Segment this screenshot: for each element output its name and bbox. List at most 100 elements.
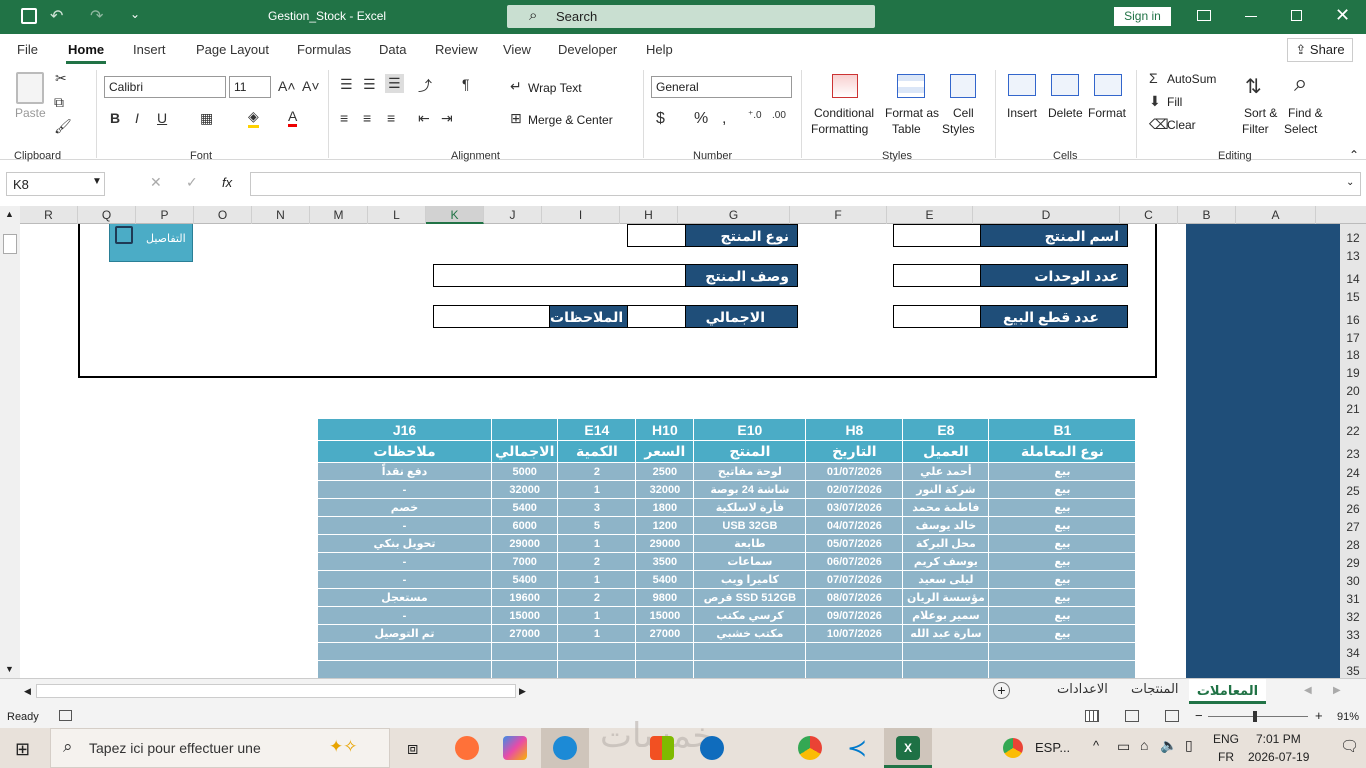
row-header-35[interactable]: 35 xyxy=(1340,664,1366,678)
table-cell[interactable]: 19600 xyxy=(490,588,559,607)
table-cell[interactable]: بيع xyxy=(988,516,1137,535)
page-break-icon[interactable] xyxy=(1165,710,1179,722)
table-cell[interactable]: بيع xyxy=(988,624,1137,643)
task-view-icon[interactable]: ⧈ xyxy=(407,738,418,759)
table-cell[interactable]: ملاحظات xyxy=(317,440,492,463)
column-header-I[interactable]: I xyxy=(542,206,620,224)
column-header-P[interactable]: P xyxy=(136,206,194,224)
table-cell[interactable]: 1 xyxy=(557,480,637,499)
table-cell[interactable]: العميل xyxy=(902,440,990,463)
row-header-34[interactable]: 34 xyxy=(1340,646,1366,660)
table-cell[interactable] xyxy=(693,642,807,661)
row-header-22[interactable]: 22 xyxy=(1340,424,1366,438)
table-cell[interactable]: 03/07/2026 xyxy=(805,498,904,517)
italic-icon[interactable]: I xyxy=(135,110,139,126)
language-eng[interactable]: ENG xyxy=(1213,732,1239,746)
table-cell[interactable] xyxy=(490,660,559,678)
menu-review[interactable]: Review xyxy=(435,42,478,57)
store-icon[interactable] xyxy=(650,736,674,760)
redo-icon[interactable]: ↷ xyxy=(90,6,103,26)
table-cell[interactable]: السعر xyxy=(635,440,695,463)
cell-styles-label[interactable]: Cell xyxy=(953,106,974,120)
row-header-23[interactable]: 23 xyxy=(1340,447,1366,461)
formula-input[interactable] xyxy=(250,172,1361,196)
accessibility-icon[interactable] xyxy=(59,710,72,721)
table-cell[interactable]: سارة عبد الله xyxy=(902,624,990,643)
insert-function-icon[interactable]: fx xyxy=(222,175,232,190)
wrap-text-button[interactable]: Wrap Text xyxy=(528,81,582,95)
column-header-K[interactable]: K xyxy=(426,206,484,224)
table-cell[interactable]: 3 xyxy=(557,498,637,517)
column-header-L[interactable]: L xyxy=(368,206,426,224)
merge-center-icon[interactable]: ⊞ xyxy=(510,110,522,127)
page-layout-icon[interactable] xyxy=(1125,710,1139,722)
row-header-33[interactable]: 33 xyxy=(1340,628,1366,642)
row-header-30[interactable]: 30 xyxy=(1340,574,1366,588)
tray-app-icon[interactable] xyxy=(1003,738,1023,758)
font-color-icon[interactable]: A xyxy=(288,108,298,127)
table-cell[interactable]: 5400 xyxy=(490,570,559,589)
table-cell[interactable]: دفع نقداً xyxy=(317,462,492,481)
row-header-28[interactable]: 28 xyxy=(1340,538,1366,552)
input-units-sold[interactable] xyxy=(893,305,981,328)
cut-icon[interactable]: ✂ xyxy=(55,70,67,87)
sort-filter-label-2[interactable]: Filter xyxy=(1242,122,1269,136)
row-header-18[interactable]: 18 xyxy=(1340,348,1366,362)
table-cell[interactable]: كاميرا ويب xyxy=(693,570,807,589)
row-header-27[interactable]: 27 xyxy=(1340,520,1366,534)
table-cell[interactable]: التاريخ xyxy=(805,440,904,463)
table-cell[interactable]: 2 xyxy=(557,462,637,481)
table-cell[interactable]: 2 xyxy=(557,552,637,571)
table-cell[interactable] xyxy=(317,642,492,661)
row-header-13[interactable]: 13 xyxy=(1340,249,1366,263)
column-header-H[interactable]: H xyxy=(620,206,678,224)
copilot-icon[interactable] xyxy=(503,736,527,760)
table-cell[interactable]: شركة النور xyxy=(902,480,990,499)
fill-label[interactable]: Fill xyxy=(1167,95,1182,109)
align-center-icon[interactable]: ≡ xyxy=(363,110,371,126)
align-left-icon[interactable]: ≡ xyxy=(340,110,348,126)
save-icon[interactable] xyxy=(21,8,37,24)
input-units-available[interactable] xyxy=(893,264,981,287)
row-header-24[interactable]: 24 xyxy=(1340,466,1366,480)
font-size-select[interactable]: 11 xyxy=(229,76,271,98)
conditional-formatting-label-2[interactable]: Formatting xyxy=(811,122,868,136)
fill-icon[interactable]: ⬇ xyxy=(1149,93,1161,110)
language-fr[interactable]: FR xyxy=(1218,750,1234,764)
table-cell[interactable]: 1 xyxy=(557,606,637,625)
taskbar-search[interactable]: ⌕ Tapez ici pour effectuer une ✦✧ xyxy=(50,728,390,768)
table-cell[interactable] xyxy=(988,660,1137,678)
table-cell[interactable]: بيع xyxy=(988,534,1137,553)
table-cell[interactable]: بيع xyxy=(988,498,1137,517)
table-cell[interactable]: 32000 xyxy=(490,480,559,499)
clock-date[interactable]: 2026-07-19 xyxy=(1248,750,1309,764)
cell-styles-icon[interactable] xyxy=(950,74,976,98)
bold-icon[interactable]: B xyxy=(110,110,120,126)
row-header-19[interactable]: 19 xyxy=(1340,366,1366,380)
underline-icon[interactable]: U xyxy=(157,110,167,126)
expand-formula-icon[interactable]: ⌄ xyxy=(1346,177,1354,188)
column-header-A[interactable]: A xyxy=(1236,206,1316,224)
column-header-B[interactable]: B xyxy=(1178,206,1236,224)
row-header-16[interactable]: 16 xyxy=(1340,313,1366,327)
table-cell[interactable]: J16 xyxy=(317,418,492,441)
table-cell[interactable]: 27000 xyxy=(490,624,559,643)
enter-icon[interactable]: ✓ xyxy=(186,174,198,191)
menu-formulas[interactable]: Formulas xyxy=(297,42,351,57)
scroll-down-icon[interactable]: ▼ xyxy=(5,664,14,674)
vertical-scrollbar[interactable]: ▲ ▼ xyxy=(0,206,20,678)
table-cell[interactable]: 2 xyxy=(557,588,637,607)
table-cell[interactable]: 1 xyxy=(557,570,637,589)
table-cell[interactable] xyxy=(902,660,990,678)
row-header-14[interactable]: 14 xyxy=(1340,272,1366,286)
name-box[interactable]: K8 xyxy=(6,172,105,196)
decrease-indent-icon[interactable]: ⇤ xyxy=(418,110,430,127)
input-total[interactable] xyxy=(627,305,686,328)
clock-time[interactable]: 7:01 PM xyxy=(1256,732,1301,746)
font-name-select[interactable]: Calibri xyxy=(104,76,226,98)
share-button[interactable]: ⇪ Share xyxy=(1287,38,1353,62)
currency-icon[interactable]: $ xyxy=(656,110,665,128)
column-header-O[interactable]: O xyxy=(194,206,252,224)
increase-font-icon[interactable]: A˄ xyxy=(278,78,296,94)
tab-transactions[interactable]: المعاملات xyxy=(1189,679,1266,704)
